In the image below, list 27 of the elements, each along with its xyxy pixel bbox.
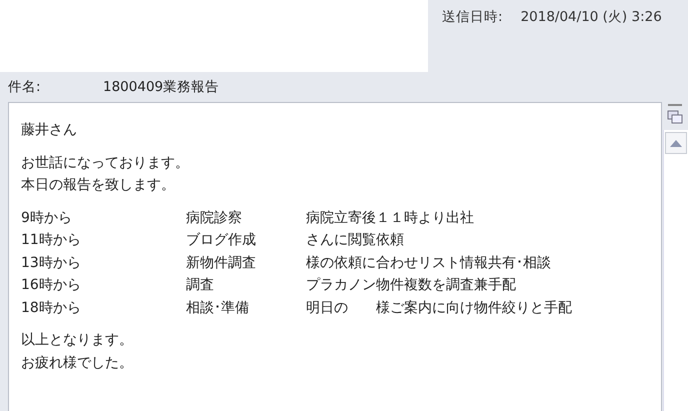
body-text: 以上となります。 bbox=[21, 331, 134, 350]
schedule-detail: 様の依頼に合わせリスト情報共有･相談 bbox=[306, 254, 551, 272]
schedule-task: 調査 bbox=[186, 276, 215, 295]
schedule-task: 相談･準備 bbox=[186, 298, 250, 318]
schedule-detail: 病院立寄後１１時より出社 bbox=[306, 208, 474, 228]
schedule-time: 16時から bbox=[21, 276, 82, 295]
scroll-up-icon[interactable] bbox=[664, 132, 687, 154]
schedule-task: 病院診察 bbox=[186, 208, 243, 228]
schedule-time: 11時から bbox=[21, 231, 82, 250]
schedule-task: ブログ作成 bbox=[186, 231, 257, 250]
subject-label: 件名: bbox=[8, 78, 42, 96]
schedule-detail: プラカノン物件複数を調査兼手配 bbox=[306, 276, 516, 295]
greeting-text: 藤井さん bbox=[21, 121, 78, 140]
body-text: お疲れ様でした。 bbox=[21, 354, 134, 372]
subject-value: 1800409業務報告 bbox=[103, 78, 220, 96]
schedule-task: 新物件調査 bbox=[186, 254, 257, 272]
sent-date: 2018/04/10 (火) 3:26 bbox=[520, 8, 662, 27]
body-text: お世話になっております。 bbox=[21, 154, 190, 172]
schedule-time: 9時から bbox=[21, 208, 73, 228]
scrollbar[interactable] bbox=[662, 130, 688, 411]
schedule-detail: 明日の 様ご案内に向け物件絞りと手配 bbox=[306, 298, 572, 318]
schedule-time: 13時から bbox=[21, 254, 82, 272]
schedule-time: 18時から bbox=[21, 298, 82, 318]
body-text: 本日の報告を致します。 bbox=[21, 176, 176, 195]
sent-label: 送信日時: bbox=[442, 8, 503, 27]
schedule-detail: さんに閲覧依頼 bbox=[306, 231, 404, 250]
contact-card-icon[interactable] bbox=[667, 110, 684, 124]
